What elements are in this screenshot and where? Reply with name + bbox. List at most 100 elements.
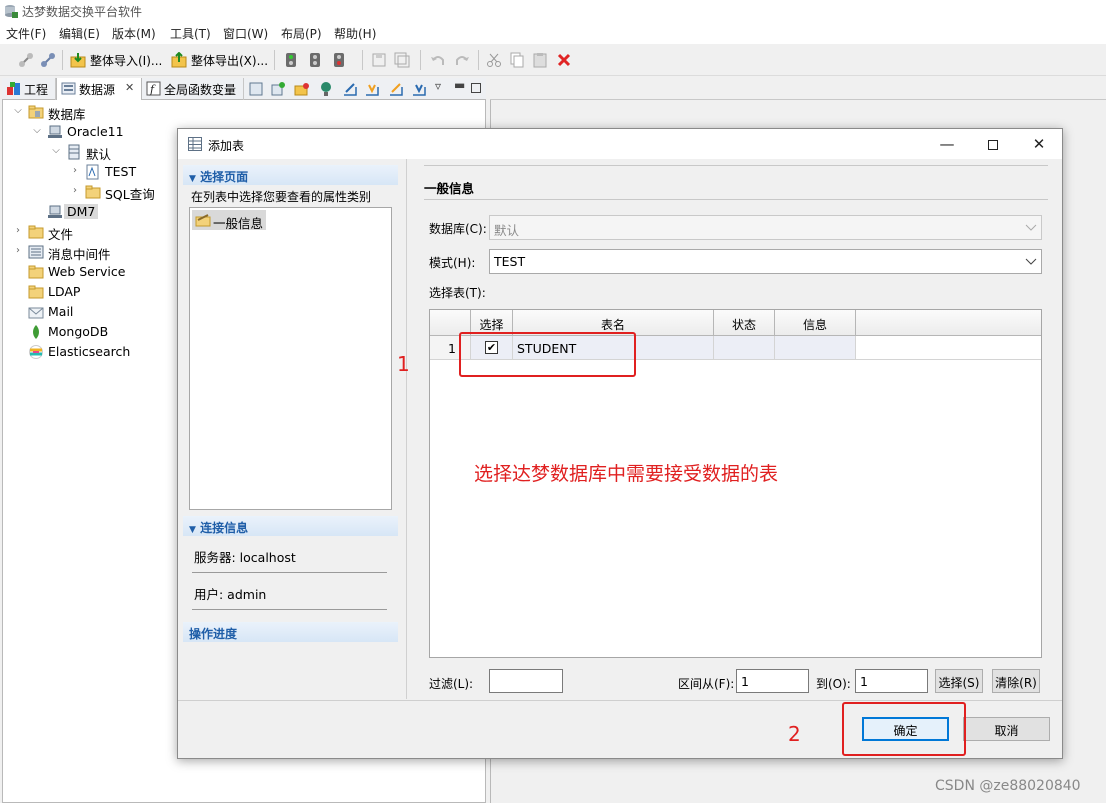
- menu-help[interactable]: 帮助(H): [334, 25, 376, 42]
- view-tool-3-icon[interactable]: [294, 81, 310, 97]
- schema-select[interactable]: TEST: [489, 249, 1042, 274]
- undo-icon[interactable]: [430, 52, 446, 68]
- cancel-button[interactable]: 取消: [963, 717, 1050, 741]
- save-all-icon[interactable]: [394, 52, 410, 68]
- general-info-icon: [195, 214, 211, 227]
- import-icon[interactable]: [70, 52, 86, 68]
- menu-layout[interactable]: 布局(P): [281, 25, 322, 42]
- disconnect-icon[interactable]: [40, 52, 56, 68]
- tree-label: TEST: [105, 164, 137, 179]
- clear-button[interactable]: 清除(R): [992, 669, 1040, 693]
- export-icon[interactable]: [171, 52, 187, 68]
- select-page-hint: 在列表中选择您要查看的属性类别: [191, 190, 372, 204]
- tree-label: SQL查询: [105, 187, 155, 202]
- database-select[interactable]: 默认: [489, 215, 1042, 240]
- chevron-down-icon[interactable]: ⌵: [50, 145, 62, 157]
- connect-icon[interactable]: [18, 52, 34, 68]
- grid-header-status[interactable]: 状态: [714, 310, 775, 336]
- dialog-title: 添加表: [208, 139, 245, 153]
- close-icon[interactable]: ✕: [125, 81, 134, 94]
- page-list: 一般信息: [189, 207, 392, 510]
- menu-edit[interactable]: 编辑(E): [59, 25, 100, 42]
- delete-icon[interactable]: [556, 52, 572, 68]
- minimize-button[interactable]: —: [924, 129, 970, 159]
- chevron-right-icon[interactable]: ›: [12, 225, 24, 237]
- range-to-input[interactable]: 1: [855, 669, 928, 693]
- view-menu-icon[interactable]: ▿: [435, 79, 441, 93]
- menu-tools[interactable]: 工具(T): [170, 25, 211, 42]
- connection-header[interactable]: ▼ 连接信息: [183, 516, 398, 536]
- import-button[interactable]: 整体导入(I)...: [90, 52, 162, 69]
- progress-header-label: 操作进度: [189, 627, 238, 641]
- tab-global-function[interactable]: f 全局函数变量: [142, 78, 244, 100]
- grid-header-info[interactable]: 信息: [775, 310, 856, 336]
- annotation-note: 选择达梦数据库中需要接受数据的表: [474, 463, 779, 485]
- view-tool-5-icon[interactable]: [342, 81, 358, 97]
- chevron-down-icon[interactable]: ⌵: [31, 125, 43, 137]
- minimize-view-icon[interactable]: ▬: [454, 78, 465, 92]
- select-range-button[interactable]: 选择(S): [935, 669, 983, 693]
- view-tool-1-icon[interactable]: [248, 81, 264, 97]
- paste-icon[interactable]: [532, 52, 548, 68]
- view-tool-6-icon[interactable]: [364, 81, 380, 97]
- view-tool-2-icon[interactable]: [270, 81, 286, 97]
- tree-node-database[interactable]: ⌵ 数据库: [12, 102, 212, 122]
- ldap-folder-icon: [28, 285, 44, 299]
- divider: [424, 199, 1048, 200]
- message-queue-icon: [28, 245, 44, 259]
- chevron-right-icon[interactable]: ›: [12, 245, 24, 257]
- schema-icon: [68, 144, 80, 160]
- menu-window[interactable]: 窗口(W): [223, 25, 268, 42]
- close-button[interactable]: ✕: [1016, 129, 1062, 159]
- select-page-header-label: 选择页面: [200, 170, 249, 184]
- chevron-down-icon[interactable]: ⌵: [12, 105, 24, 117]
- watermark: CSDN @ze88020840: [935, 778, 1081, 794]
- tab-datasource[interactable]: 数据源 ✕: [56, 78, 142, 100]
- database-folder-icon: [28, 105, 44, 119]
- chevron-right-icon[interactable]: ›: [69, 165, 81, 177]
- run-icon[interactable]: [283, 52, 299, 68]
- divider: [192, 609, 387, 610]
- app-logo-icon: [5, 5, 18, 18]
- connection-header-label: 连接信息: [200, 521, 249, 535]
- menu-file[interactable]: 文件(F): [6, 25, 46, 42]
- database-label: 数据库(C):: [429, 222, 487, 236]
- elasticsearch-icon: [29, 345, 43, 359]
- view-tool-7-icon[interactable]: [388, 81, 404, 97]
- menu-version[interactable]: 版本(M): [112, 25, 156, 42]
- maximize-button[interactable]: [970, 129, 1016, 159]
- annotation-box-2: [842, 702, 966, 756]
- datasource-icon: [61, 82, 76, 95]
- tab-project-label: 工程: [24, 83, 49, 97]
- cut-icon[interactable]: [486, 52, 502, 68]
- progress-header[interactable]: 操作进度: [183, 622, 398, 642]
- chevron-down-icon: [1025, 224, 1037, 231]
- annotation-number-2: 2: [788, 722, 801, 746]
- view-tool-8-icon[interactable]: [411, 81, 427, 97]
- tree-label: Oracle11: [67, 124, 124, 139]
- copy-icon[interactable]: [509, 52, 525, 68]
- pause-icon[interactable]: [331, 52, 347, 68]
- list-item[interactable]: 一般信息: [192, 210, 266, 231]
- database-select-value: 默认: [494, 223, 520, 238]
- maximize-view-icon[interactable]: [471, 83, 481, 93]
- range-from-input[interactable]: 1: [736, 669, 809, 693]
- select-page-header[interactable]: ▼ 选择页面: [183, 165, 398, 185]
- tab-global-function-label: 全局函数变量: [164, 83, 237, 97]
- redo-icon[interactable]: [454, 52, 470, 68]
- tree-label: LDAP: [48, 284, 81, 299]
- tab-project[interactable]: 工程: [2, 78, 56, 100]
- collapse-icon: ▼: [189, 525, 196, 535]
- view-tool-4-icon[interactable]: [318, 81, 334, 97]
- export-button[interactable]: 整体导出(X)...: [191, 52, 268, 69]
- folder-icon: [28, 225, 44, 239]
- tab-datasource-label: 数据源: [79, 83, 116, 97]
- stop-icon[interactable]: [307, 52, 323, 68]
- chevron-right-icon[interactable]: ›: [69, 185, 81, 197]
- tree-label: 数据库: [48, 107, 86, 122]
- save-icon[interactable]: [371, 52, 387, 68]
- filter-label: 过滤(L):: [429, 677, 474, 691]
- filter-input[interactable]: [489, 669, 563, 693]
- web-service-folder-icon: [28, 265, 44, 279]
- tree-label: 文件: [48, 227, 74, 242]
